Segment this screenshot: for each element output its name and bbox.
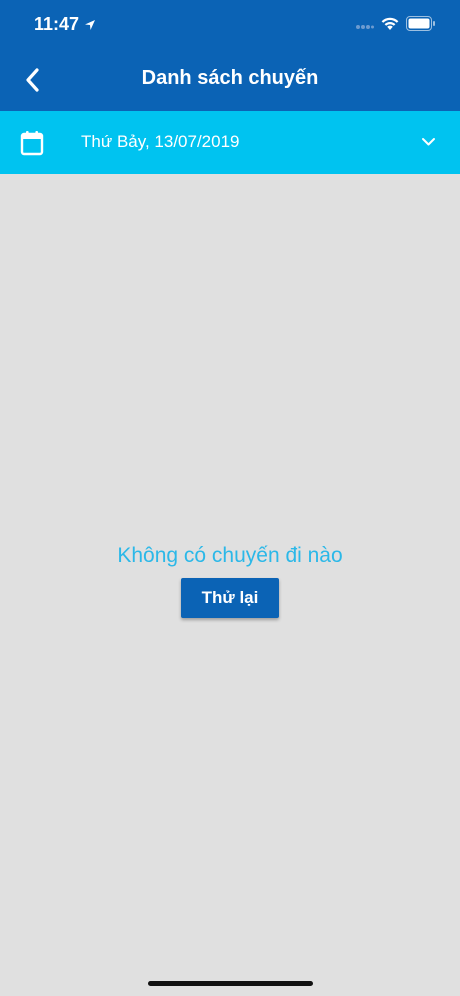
app-header: 11:47 Danh sách chuyến <box>0 0 460 111</box>
nav-bar: Danh sách chuyến <box>0 50 460 111</box>
empty-state-message: Không có chuyến đi nào <box>117 544 343 567</box>
calendar-icon <box>20 131 44 156</box>
chevron-down-icon <box>422 138 435 146</box>
status-time: 11:47 <box>34 14 80 34</box>
home-indicator <box>148 981 313 986</box>
date-selector[interactable]: Thứ Bảy, 13/07/2019 <box>0 111 460 174</box>
retry-button[interactable]: Thử lại <box>181 578 279 618</box>
status-bar: 11:47 <box>0 0 460 50</box>
date-label: Thứ Bảy, 13/07/2019 <box>81 132 240 151</box>
status-time-group: 11:47 <box>34 14 96 35</box>
wifi-icon <box>381 17 399 30</box>
location-arrow-icon <box>85 19 96 30</box>
signal-icon <box>356 25 374 29</box>
battery-icon <box>406 16 435 31</box>
page-title: Danh sách chuyến <box>141 67 319 89</box>
